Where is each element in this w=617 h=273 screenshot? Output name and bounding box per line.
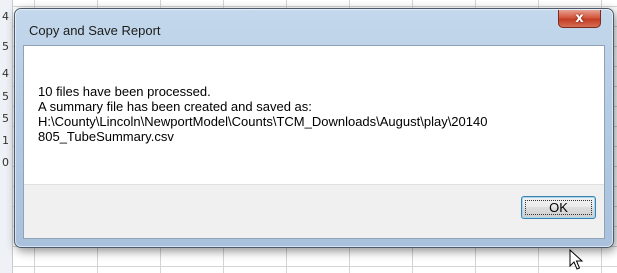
ok-button[interactable]: OK <box>521 196 596 219</box>
close-icon: x <box>575 11 584 26</box>
dialog-body: 10 files have been processed. A summary … <box>23 45 605 239</box>
message-line: 805_TubeSummary.csv <box>38 129 174 144</box>
dialog-message: 10 files have been processed. A summary … <box>38 84 578 144</box>
message-line: H:\County\Lincoln\NewportModel\Counts\TC… <box>38 114 488 129</box>
row-number: 5 <box>2 90 9 103</box>
row-number: 1 <box>2 134 9 147</box>
row-number: 4 <box>2 67 9 80</box>
message-line: A summary file has been created and save… <box>38 99 312 114</box>
row-number: 5 <box>2 112 9 125</box>
close-button[interactable]: x <box>558 10 601 28</box>
mouse-pointer-icon <box>569 249 584 270</box>
row-number: 0 <box>2 156 9 169</box>
dialog-title: Copy and Save Report <box>29 23 161 38</box>
message-line: 10 files have been processed. <box>38 84 211 99</box>
dialog-footer: OK <box>24 184 604 238</box>
ok-button-label: OK <box>549 200 568 215</box>
copy-save-report-dialog: Copy and Save Report x 10 files have bee… <box>14 8 614 248</box>
row-number: 5 <box>2 40 9 53</box>
row-number: 4 <box>2 10 9 23</box>
row-header: 4 5 4 5 5 1 0 <box>0 0 13 273</box>
